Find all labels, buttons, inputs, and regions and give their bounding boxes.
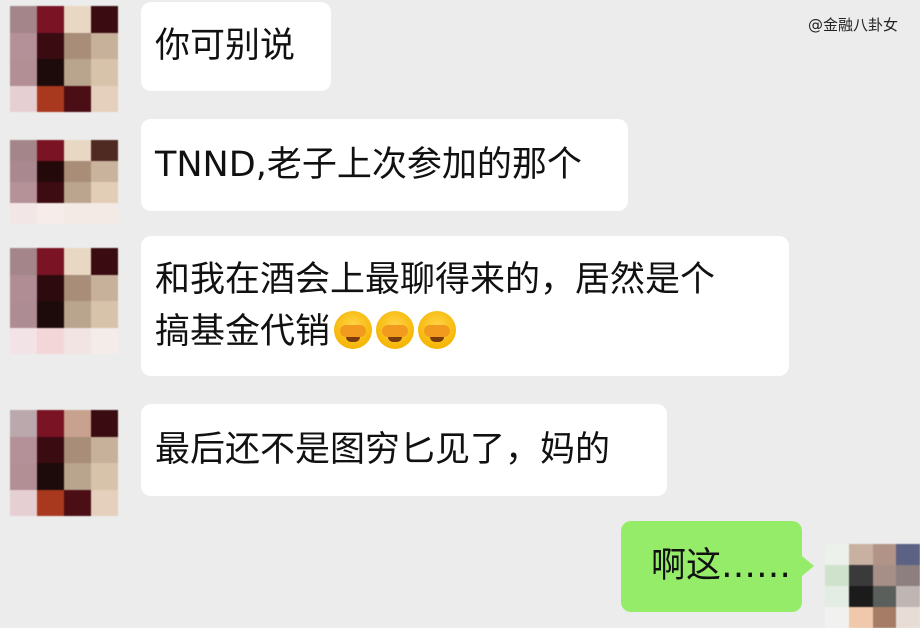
message-text: TNND,老子上次参加的那个 [155,145,582,185]
message-bubble[interactable]: 最后还不是图穷匕见了，妈的 [141,404,667,496]
contact-avatar[interactable] [10,248,118,354]
facepalm-cry-emoji-icon [334,311,373,349]
contact-avatar[interactable] [10,6,118,112]
own-avatar[interactable] [825,544,920,628]
own-message-bubble[interactable]: 啊这…… [621,521,802,612]
bubble-tail [802,556,814,576]
facepalm-cry-emoji-icon [418,311,457,349]
contact-avatar[interactable] [10,140,118,224]
message-text-line-2: 搞基金代销 [155,306,789,358]
message-text: 最后还不是图穷匕见了，妈的 [155,430,611,470]
message-bubble[interactable]: 和我在酒会上最聊得来的，居然是个 搞基金代销 [141,236,789,376]
message-bubble[interactable]: 你可别说 [141,2,331,91]
facepalm-cry-emoji-icon [376,311,415,349]
message-text-line-1: 和我在酒会上最聊得来的，居然是个 [155,260,716,300]
message-text: 搞基金代销 [155,312,331,352]
watermark: @金融八卦女 [807,16,898,34]
message-text: 你可别说 [155,26,296,66]
message-text: 啊这…… [651,546,792,586]
contact-avatar[interactable] [10,410,118,516]
message-bubble[interactable]: TNND,老子上次参加的那个 [141,119,628,211]
